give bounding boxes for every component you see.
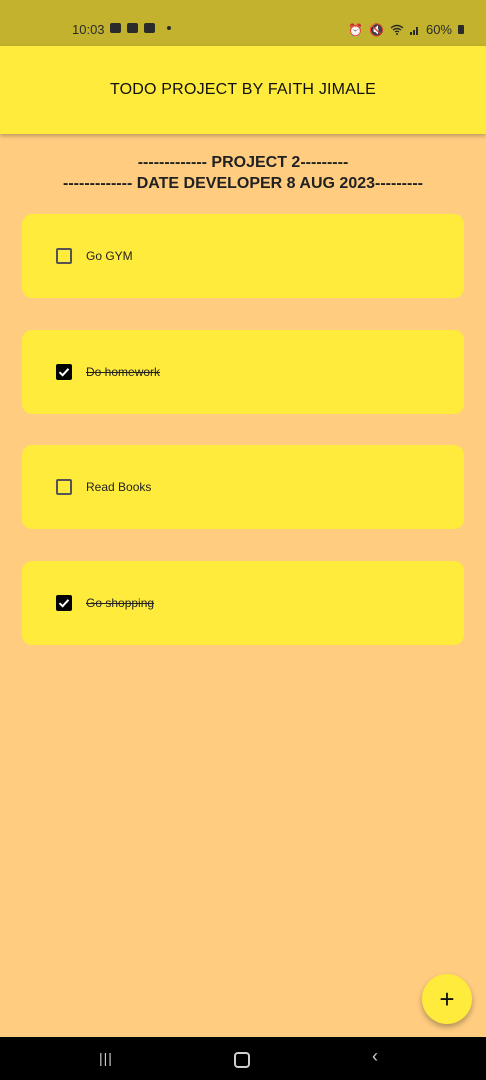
app-bar: TODO PROJECT BY FAITH JIMALE: [0, 46, 486, 134]
status-bar: 10:03 ⏰ 🔇 60%: [0, 0, 486, 46]
battery-percent: 60%: [425, 22, 452, 37]
todo-checkbox[interactable]: [56, 248, 72, 264]
status-left-icons: [110, 23, 171, 33]
project-heading: ------------- PROJECT 2--------- -------…: [0, 152, 486, 194]
signal-icon: [409, 26, 418, 35]
date-developer-line: ------------- DATE DEVELOPER 8 AUG 2023-…: [63, 175, 423, 192]
battery-icon: [458, 25, 464, 34]
todo-label: Go GYM: [86, 249, 133, 263]
navigation-bar: ||| ‹: [0, 1037, 486, 1080]
todo-label: Do homework: [86, 364, 161, 379]
wifi-icon: [390, 24, 404, 35]
todo-item[interactable]: Go shopping: [22, 560, 464, 645]
alarm-icon: [110, 23, 121, 33]
youtube-icon: [127, 23, 138, 33]
mute-icon: 🔇: [369, 22, 384, 37]
app-icon: [144, 23, 155, 33]
todo-checkbox[interactable]: [56, 479, 72, 495]
todo-item[interactable]: Read Books: [22, 445, 464, 529]
status-time: 10:03: [72, 22, 105, 37]
checkmark-icon: [58, 367, 70, 377]
todo-item[interactable]: Go GYM: [22, 214, 464, 298]
project-title-line: ------------- PROJECT 2---------: [137, 154, 349, 171]
back-button[interactable]: ‹: [372, 1046, 378, 1067]
alarm-icon: ⏰: [348, 22, 364, 37]
todo-list: Go GYM Do homework Read Books Go shoppin…: [22, 214, 464, 676]
home-button[interactable]: [234, 1052, 250, 1068]
page-title: TODO PROJECT BY FAITH JIMALE: [109, 81, 377, 98]
checkmark-icon: [58, 598, 70, 608]
todo-checkbox[interactable]: [56, 594, 72, 611]
todo-label: Read Books: [86, 480, 152, 494]
add-todo-button[interactable]: +: [422, 974, 472, 1024]
notification-dot-icon: [167, 26, 171, 30]
status-right-icons: ⏰ 🔇 60%: [348, 22, 464, 37]
todo-item[interactable]: Do homework: [22, 329, 464, 414]
todo-label: Go shopping: [86, 595, 155, 610]
recent-apps-button[interactable]: |||: [99, 1050, 113, 1066]
todo-checkbox[interactable]: [56, 363, 72, 380]
